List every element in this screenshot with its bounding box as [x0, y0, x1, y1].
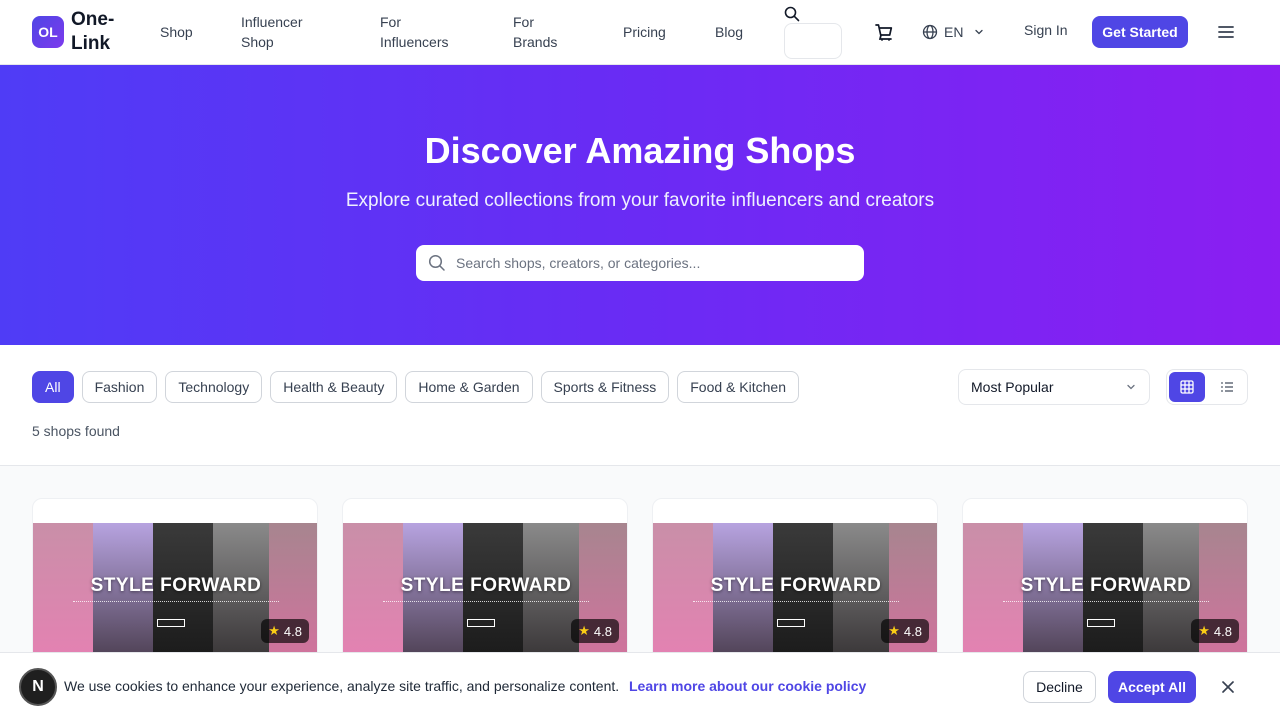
banner-fine-print [1003, 601, 1209, 605]
globe-icon [922, 24, 938, 40]
rating-value: 4.8 [1213, 623, 1232, 639]
rating-badge: ★ 4.8 [1191, 619, 1239, 643]
category-chip-all[interactable]: All [32, 371, 74, 403]
nav-link-for-influencers[interactable]: For Influencers [380, 12, 470, 52]
category-chip-fashion[interactable]: Fashion [81, 371, 158, 403]
banner-tag [1087, 619, 1115, 627]
nav-link-pricing[interactable]: Pricing [623, 22, 666, 42]
category-chip-home-garden[interactable]: Home & Garden [405, 371, 533, 403]
filter-bar: All Fashion Technology Health & Beauty H… [0, 345, 1280, 466]
banner-tag [777, 619, 805, 627]
logo-badge[interactable]: OL [32, 16, 64, 48]
banner-tag [467, 619, 495, 627]
category-chips: All Fashion Technology Health & Beauty H… [32, 371, 799, 403]
hero-search-bar[interactable] [416, 245, 864, 281]
rating-badge: ★ 4.8 [571, 619, 619, 643]
star-icon: ★ [578, 623, 590, 638]
category-chip-health-beauty[interactable]: Health & Beauty [270, 371, 398, 403]
chevron-down-icon [1127, 384, 1135, 390]
cart-icon[interactable] [874, 22, 894, 42]
rating-badge: ★ 4.8 [261, 619, 309, 643]
search-icon [428, 254, 445, 271]
cookie-policy-link[interactable]: Learn more about our cookie policy [629, 678, 866, 694]
banner-fine-print [73, 601, 279, 605]
category-chip-technology[interactable]: Technology [165, 371, 263, 403]
nav-search[interactable] [784, 4, 842, 59]
shop-card-banner: STYLE FORWARD [710, 575, 882, 596]
view-toggle [1166, 369, 1248, 405]
list-icon [1221, 382, 1233, 392]
shop-card-banner: STYLE FORWARD [1020, 575, 1192, 596]
result-count: 5 shops found [32, 423, 120, 439]
cookie-message: We use cookies to enhance your experienc… [64, 678, 620, 694]
banner-tag [157, 619, 185, 627]
hero-section: Discover Amazing Shops Explore curated c… [0, 65, 1280, 345]
list-view-button[interactable] [1209, 372, 1245, 402]
sort-selected-value: Most Popular [971, 379, 1054, 395]
rating-value: 4.8 [593, 623, 612, 639]
accept-all-button[interactable]: Accept All [1108, 671, 1196, 703]
get-started-button[interactable]: Get Started [1092, 16, 1188, 48]
decline-button[interactable]: Decline [1023, 671, 1096, 703]
logo-text[interactable]: One-Link [71, 8, 127, 56]
rating-badge: ★ 4.8 [881, 619, 929, 643]
category-chip-food-kitchen[interactable]: Food & Kitchen [677, 371, 799, 403]
star-icon: ★ [1198, 623, 1210, 638]
star-icon: ★ [268, 623, 280, 638]
banner-fine-print [383, 601, 589, 605]
nav-link-shop[interactable]: Shop [160, 22, 193, 42]
banner-fine-print [693, 601, 899, 605]
n-badge[interactable]: N [19, 668, 57, 706]
chevron-down-icon [975, 29, 984, 35]
search-icon [784, 6, 800, 22]
hero-title: Discover Amazing Shops [424, 130, 856, 171]
nav-link-influencer-shop[interactable]: Influencer Shop [241, 12, 321, 52]
grid-icon [1180, 380, 1194, 394]
sign-in-link[interactable]: Sign In [1024, 22, 1068, 38]
nav-link-for-brands[interactable]: For Brands [513, 12, 573, 52]
language-label: EN [944, 24, 964, 40]
rating-value: 4.8 [903, 623, 922, 639]
category-chip-sports-fitness[interactable]: Sports & Fitness [540, 371, 670, 403]
nav-search-input[interactable] [784, 23, 842, 59]
cookie-banner: N We use cookies to enhance your experie… [0, 652, 1280, 720]
shop-card-banner: STYLE FORWARD [400, 575, 572, 596]
hero-search-input[interactable] [456, 255, 836, 271]
hero-subtitle: Explore curated collections from your fa… [345, 190, 935, 211]
sort-select[interactable]: Most Popular [958, 369, 1150, 405]
top-navbar: OL One-Link Shop Influencer Shop For Inf… [0, 0, 1280, 65]
shop-card-banner: STYLE FORWARD [90, 575, 262, 596]
hamburger-menu-icon[interactable] [1216, 22, 1236, 42]
rating-value: 4.8 [283, 623, 302, 639]
nav-link-blog[interactable]: Blog [715, 22, 743, 42]
close-icon[interactable] [1220, 679, 1236, 695]
language-selector[interactable]: EN [922, 22, 985, 42]
star-icon: ★ [888, 623, 900, 638]
grid-view-button[interactable] [1169, 372, 1205, 402]
